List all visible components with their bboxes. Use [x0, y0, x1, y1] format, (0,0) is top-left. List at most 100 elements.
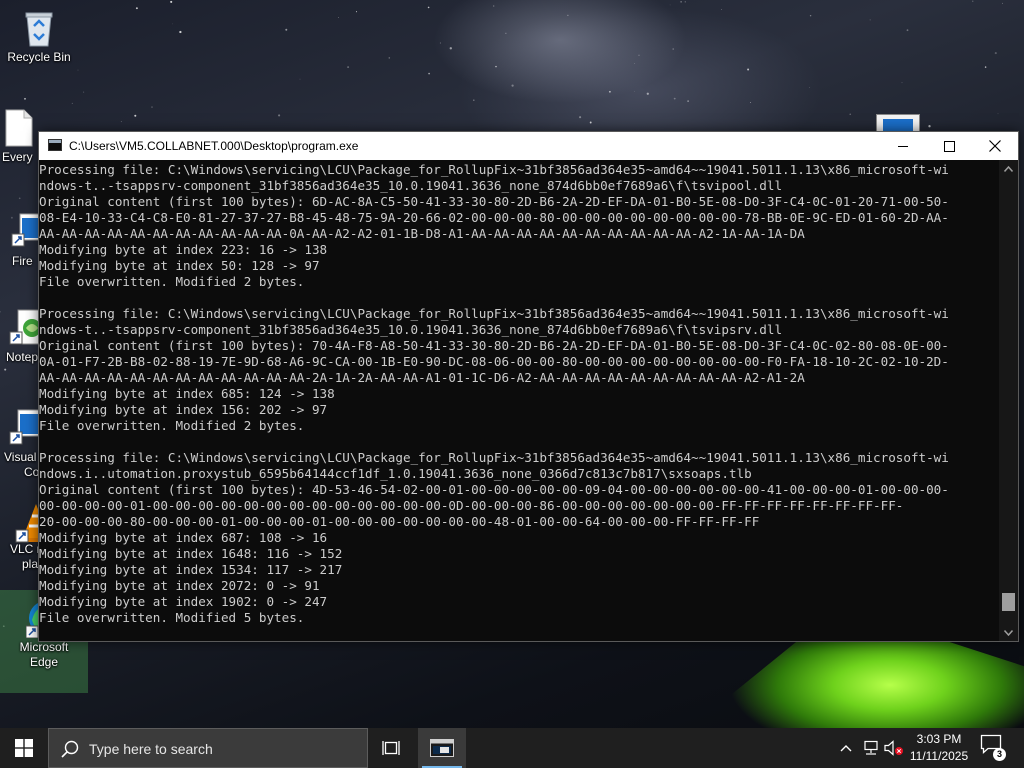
console-line: Processing file: C:\Windows\servicing\LC… [39, 162, 949, 177]
star [135, 7, 138, 10]
star [684, 1, 686, 3]
window-title: C:\Users\VM5.COLLABNET.000\Desktop\progr… [69, 139, 359, 153]
star [994, 52, 997, 55]
window-titlebar[interactable]: C:\Users\VM5.COLLABNET.000\Desktop\progr… [39, 132, 1018, 160]
maximize-icon [943, 140, 955, 152]
desktop-icon-recycle-bin[interactable]: Recycle Bin [1, 8, 77, 65]
star [473, 99, 475, 101]
star [71, 102, 73, 104]
star [505, 32, 507, 34]
star [567, 14, 569, 16]
star [388, 57, 391, 59]
console-line: File overwritten. Modified 2 bytes. [39, 274, 305, 289]
desktop-icon-label-line2: Edge [29, 655, 59, 669]
star [869, 19, 871, 21]
scroll-down-button[interactable] [999, 624, 1018, 641]
console-line: Original content (first 100 bytes): 6D-A… [39, 194, 949, 209]
windows-logo-icon [15, 739, 33, 757]
console-line: Original content (first 100 bytes): 4D-5… [39, 482, 949, 497]
desktop-icon-label: Microsoft [19, 640, 69, 654]
star [680, 1, 682, 3]
search-placeholder: Type here to search [89, 741, 213, 757]
star [77, 69, 79, 71]
star [747, 68, 750, 71]
star [172, 23, 174, 25]
console-line: AA-AA-AA-AA-AA-AA-AA-AA-AA-AA-AA-AA-2A-1… [39, 370, 805, 385]
star [18, 197, 21, 200]
console-line: File overwritten. Modified 5 bytes. [39, 610, 305, 625]
document-icon [0, 108, 36, 147]
notification-count-badge: 3 [993, 748, 1006, 761]
network-button[interactable] [861, 738, 881, 758]
star [672, 48, 674, 50]
search-icon [61, 740, 79, 758]
star [511, 84, 514, 87]
console-line: Processing file: C:\Windows\servicing\LC… [39, 450, 949, 465]
console-line: 08-E4-10-33-C4-C8-E0-81-27-37-27-B8-45-4… [39, 210, 949, 225]
star [493, 5, 495, 7]
star [646, 92, 649, 95]
chevron-up-icon [1004, 165, 1013, 172]
star [906, 29, 909, 32]
shortcut-icon [883, 119, 913, 131]
star [134, 114, 137, 117]
clock-time: 3:03 PM [916, 732, 962, 746]
star [83, 91, 85, 93]
scroll-thumb[interactable] [1002, 593, 1015, 611]
console-line: Modifying byte at index 685: 124 -> 138 [39, 386, 335, 401]
console-line: Modifying byte at index 1648: 116 -> 152 [39, 546, 343, 561]
console-line: ndows-t..-tsappsrv-component_31bf3856ad3… [39, 322, 783, 337]
taskbar-clock[interactable]: 3:03 PM 11/11/2025 [900, 731, 978, 765]
scroll-up-button[interactable] [999, 160, 1018, 177]
taskbar-console-app[interactable] [418, 728, 466, 768]
star [638, 54, 640, 56]
start-button[interactable] [0, 728, 48, 768]
console-line: Original content (first 100 bytes): 70-4… [39, 338, 949, 353]
console-line: Modifying byte at index 223: 16 -> 138 [39, 242, 328, 257]
star [997, 113, 999, 115]
console-window[interactable]: C:\Users\VM5.COLLABNET.000\Desktop\progr… [38, 131, 1019, 642]
star [285, 28, 288, 31]
recycle-bin-icon [21, 8, 57, 47]
console-line: Modifying byte at index 50: 128 -> 97 [39, 258, 320, 273]
notification-center-button[interactable]: 3 [980, 734, 1008, 762]
taskbar: Type here to search 3:03 PM 11/11/2025 3 [0, 728, 1024, 768]
taskbar-search-box[interactable]: Type here to search [48, 728, 368, 768]
console-line: Modifying byte at index 1534: 117 -> 217 [39, 562, 343, 577]
star [347, 66, 350, 69]
star [24, 97, 26, 100]
console-line: 20-00-00-00-80-00-00-00-01-00-00-00-01-0… [39, 514, 760, 529]
console-line: File overwritten. Modified 2 bytes. [39, 418, 305, 433]
vertical-scrollbar[interactable] [999, 160, 1018, 641]
star [972, 0, 974, 2]
close-button[interactable] [972, 132, 1018, 160]
star [809, 87, 810, 88]
task-view-button[interactable] [368, 728, 416, 768]
star [749, 102, 751, 103]
star [278, 114, 281, 117]
minimize-button[interactable] [880, 132, 926, 160]
star [428, 72, 430, 75]
star [179, 30, 182, 34]
star [849, 113, 851, 115]
console-line: Modifying byte at index 2072: 0 -> 91 [39, 578, 320, 593]
star [427, 6, 430, 9]
star [589, 121, 592, 124]
maximize-button[interactable] [926, 132, 972, 160]
task-view-icon [382, 741, 400, 755]
star [809, 14, 812, 17]
star [687, 100, 689, 102]
star [1002, 2, 1003, 4]
star [449, 47, 452, 50]
star [4, 368, 7, 371]
console-line: AA-AA-AA-AA-AA-AA-AA-AA-AA-AA-AA-0A-AA-A… [39, 226, 805, 241]
show-hidden-icons-button[interactable] [836, 738, 856, 758]
minimize-icon [897, 145, 908, 147]
star [720, 8, 722, 10]
console-output[interactable]: Processing file: C:\Windows\servicing\LC… [39, 160, 999, 641]
console-line: ndows.i..utomation.proxystub_6595b64144c… [39, 466, 752, 481]
console-line: Modifying byte at index 156: 202 -> 97 [39, 402, 328, 417]
star [170, 0, 173, 3]
star [495, 65, 497, 68]
